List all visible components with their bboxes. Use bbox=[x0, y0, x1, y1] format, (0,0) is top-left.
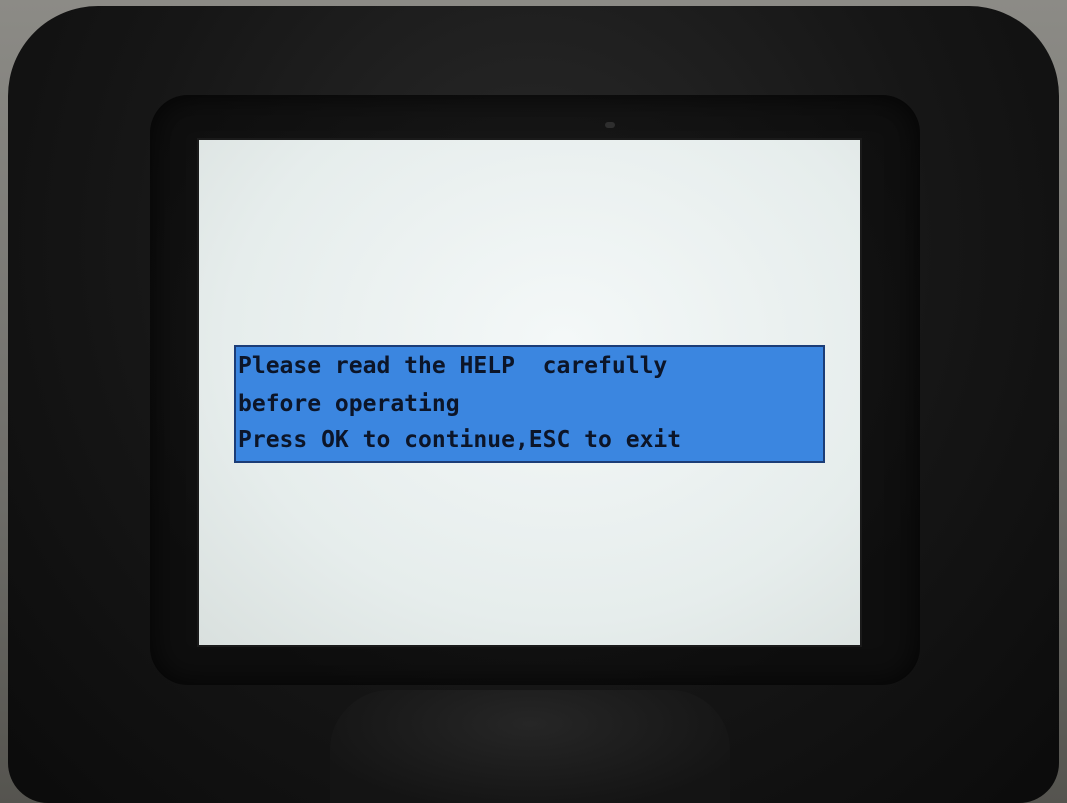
help-warning-dialog: Please read the HELP carefully before op… bbox=[234, 345, 825, 463]
lcd-screen: Please read the HELP carefully before op… bbox=[199, 140, 860, 645]
dialog-message-line-1: Please read the HELP carefully bbox=[238, 353, 668, 379]
dialog-instruction-line: Press OK to continue,ESC to exit bbox=[238, 427, 682, 453]
dialog-message-line-2: before operating bbox=[238, 391, 460, 417]
bezel-indicator bbox=[605, 122, 615, 128]
device-photo: Please read the HELP carefully before op… bbox=[0, 0, 1067, 803]
device-button-panel bbox=[330, 690, 730, 803]
